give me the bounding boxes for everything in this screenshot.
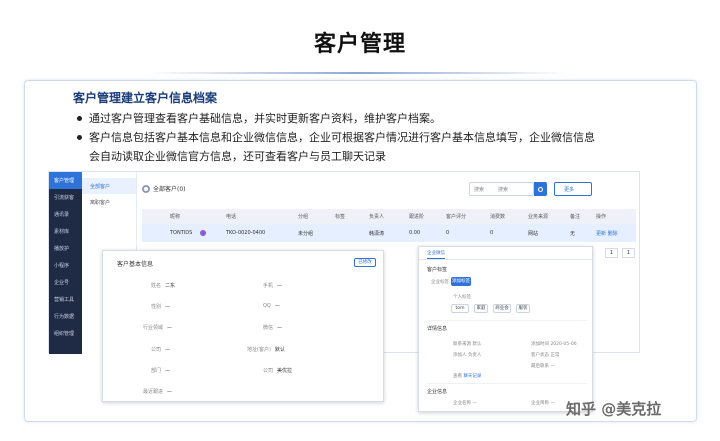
field-qq: QQ —: [263, 303, 280, 309]
card-heading: 客户管理建立客户信息档案: [73, 91, 218, 105]
row-actions-link[interactable]: 更新 删除: [596, 230, 626, 237]
field-industry: 行业领域 —: [143, 325, 173, 331]
nav-item-broadcast[interactable]: 播放护: [49, 240, 82, 257]
nav-item-materials[interactable]: 素材库: [49, 223, 82, 240]
info-field: 联系来源 默认: [453, 342, 482, 347]
search-icon: [538, 186, 543, 192]
tag-chip[interactable]: 家庭: [474, 304, 488, 313]
table-row[interactable]: TONTIDS TKO-0020-0400 未分组 韩潇涛 0.00 0 0 网…: [142, 224, 636, 242]
info-field: 最后联系 —: [531, 364, 555, 369]
info-field: 添加人 负责人: [453, 353, 482, 358]
col-header: 备注: [570, 214, 581, 220]
field-mobile: 手机 —: [263, 283, 283, 289]
nav-item-org[interactable]: 组织管理: [49, 325, 82, 342]
col-header: 电话: [226, 214, 237, 220]
field-name: 姓名 二东: [151, 283, 176, 289]
nav-item-marketing[interactable]: 营销工具: [49, 291, 82, 308]
tab-wechat-info[interactable]: 企业微信: [427, 250, 445, 259]
search-button[interactable]: [534, 182, 547, 196]
field-company: 公司 —: [151, 347, 171, 353]
field-gender: 性别 —: [151, 304, 171, 310]
table-header: 昵称 电话 分组 标签 负责人 跟进阶 客户评分 消费数 业务来源 备注 操作: [142, 209, 636, 224]
section-divider: [427, 320, 587, 321]
add-tag-button[interactable]: 添加标签: [451, 277, 471, 286]
bullet-continuation: 会自动读取企业微信官方信息，还可查看客户与员工聊天记录: [89, 150, 386, 163]
col-header: 消费数: [490, 214, 506, 220]
section-detail-info: 详情信息: [427, 326, 448, 332]
watermark: 知乎 @美克拉: [566, 400, 662, 418]
list-toolbar: 全部客户(0) 搜索 搜索 更多: [142, 182, 636, 198]
title-divider: [148, 72, 568, 74]
page-button[interactable]: 1: [605, 248, 618, 258]
nav-item-leads[interactable]: 引流获客: [49, 189, 82, 206]
subnav-all-customers[interactable]: 全部客户: [82, 178, 136, 194]
personal-tag-label: 个人标签: [453, 295, 471, 300]
nav-item-customers[interactable]: 客户管理: [49, 172, 82, 189]
tag-chip[interactable]: 商业会: [493, 304, 511, 313]
col-header: 跟进阶: [409, 214, 425, 220]
list-title: 全部客户(0): [142, 184, 186, 193]
side-nav: 客户管理 引流获客 通讯录 素材库 播放护 小程序 企业号 营销工具 行为数据 …: [49, 172, 82, 354]
pagination: 1 1: [605, 248, 635, 258]
enterprise-tag-label: 企业标签: [431, 280, 449, 285]
info-field: 客户状态 正常: [531, 353, 560, 358]
field-wechat: 微信 —: [263, 325, 283, 331]
col-header: 分组: [298, 214, 309, 220]
col-header[interactable]: 昵称: [170, 213, 226, 220]
info-field: 查看 聊天记录: [453, 374, 482, 379]
feature-card: 客户管理建立客户信息档案 通过客户管理查看客户基础信息，并实时更新客户资料，维护…: [24, 80, 697, 422]
col-header: 标签: [335, 214, 346, 220]
bullet-dot-icon: [77, 135, 82, 140]
field-last-followup: 最近跟进 —: [143, 389, 173, 395]
col-header: 操作: [596, 214, 607, 220]
info-field: 企业名称 —: [453, 401, 477, 406]
popup-tab-bar: 企业微信: [419, 247, 592, 260]
bullet-item: 客户信息包括客户基本信息和企业微信信息，企业可根据客户情况进行客户基本信息填写，…: [73, 128, 633, 147]
tag-chip[interactable]: 服装: [516, 304, 530, 313]
page-title: 客户管理: [313, 32, 406, 57]
bullet-list: 通过客户管理查看客户基础信息，并实时更新客户资料，维护客户档案。 客户信息包括客…: [73, 109, 633, 166]
info-field: 添加时间 2020-05-06: [531, 342, 577, 347]
col-header: 业务来源: [528, 214, 549, 220]
info-field: 企业简称 —: [531, 401, 555, 406]
section-divider: [427, 383, 587, 384]
page-button[interactable]: 1: [622, 248, 635, 258]
field-company-name: 公司 美优拉: [263, 368, 293, 374]
col-header: 负责人: [369, 214, 385, 220]
nav-item-miniapp[interactable]: 小程序: [49, 257, 82, 274]
customers-icon: [142, 184, 150, 193]
section-customer-tags: 客户标签: [427, 267, 448, 273]
chat-history-link[interactable]: 聊天记录: [463, 374, 481, 379]
search-input[interactable]: 搜索 搜索: [469, 182, 534, 196]
nav-item-enterprise[interactable]: 企业号: [49, 274, 82, 291]
wechat-info-popup: 企业微信 客户标签 企业标签 添加标签 个人标签 tom 家庭 商业会 服装 详…: [418, 246, 593, 412]
subnav-left-customers[interactable]: 离职客户: [82, 194, 136, 210]
nav-item-behavior[interactable]: 行为数据: [49, 308, 82, 325]
more-button[interactable]: 更多: [554, 182, 592, 196]
edit-button[interactable]: 已修改: [354, 258, 376, 267]
field-department: 部门 —: [151, 368, 171, 374]
col-header: 客户评分: [446, 214, 467, 220]
tag-chip[interactable]: tom: [451, 304, 469, 313]
customer-basic-info-popup: 客户基本信息 已修改 姓名 二东 性别 — 行业领域 — 公司 — 部门 — 最近跟进 — …: [102, 250, 384, 402]
popup-title: 客户基本信息: [117, 261, 154, 268]
page: 客户管理 客户管理建立客户信息档案 通过客户管理查看客户基础信息，并实时更新客户…: [0, 0, 720, 441]
section-enterprise-info: 企业信息: [427, 389, 448, 395]
field-address: 地址(客户) 默认: [247, 347, 285, 353]
bullet-dot-icon: [77, 116, 82, 121]
bullet-item: 通过客户管理查看客户基础信息，并实时更新客户资料，维护客户档案。: [73, 109, 633, 128]
nav-item-contacts[interactable]: 通讯录: [49, 206, 82, 223]
wechat-badge-icon: [200, 230, 207, 236]
